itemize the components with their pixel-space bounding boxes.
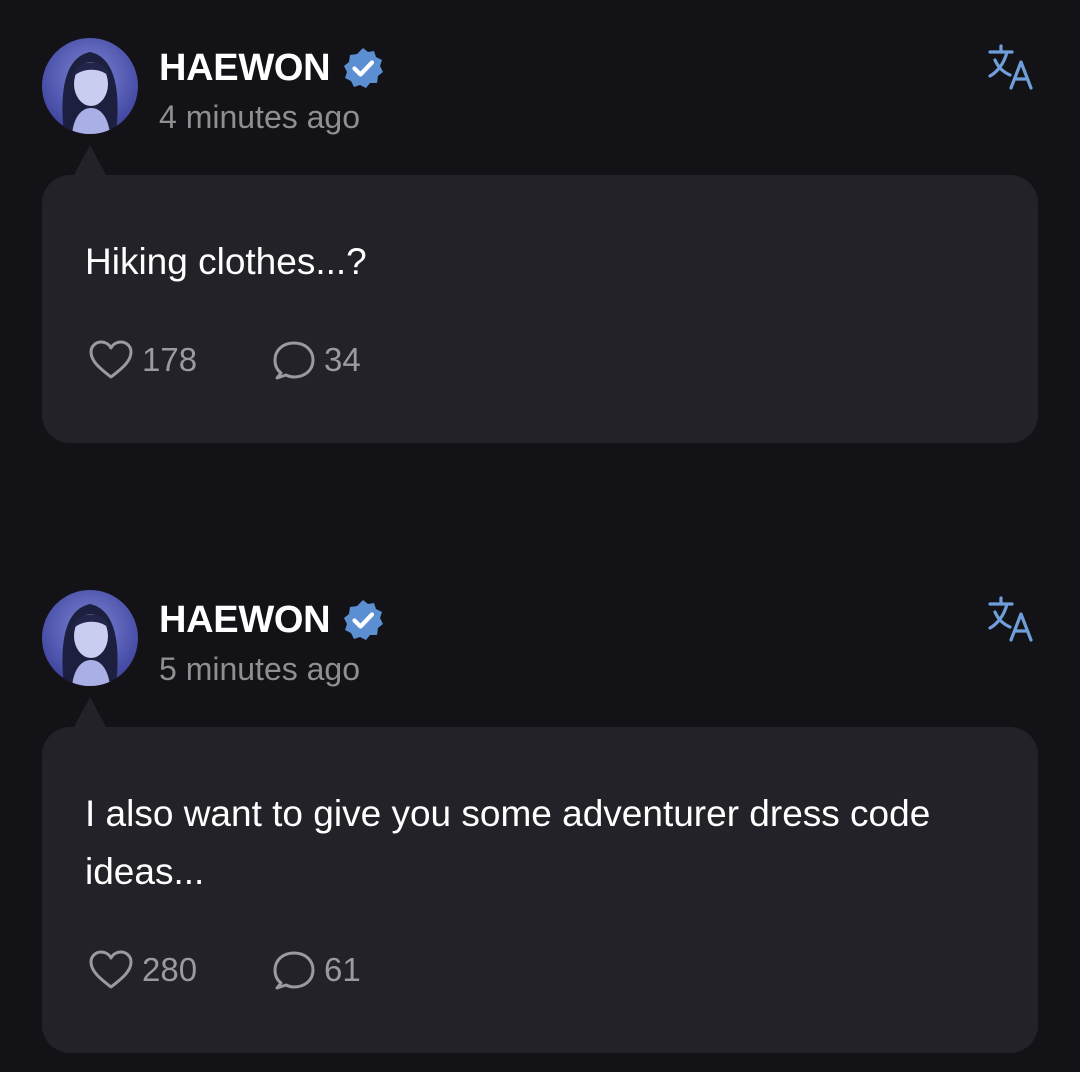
message-bubble[interactable]: I also want to give you some adventurer … [42, 727, 1038, 1053]
avatar[interactable] [42, 590, 138, 686]
author-name[interactable]: HAEWON [159, 598, 331, 642]
post-stats: 280 61 [88, 948, 361, 992]
verified-badge-icon [341, 598, 385, 642]
translate-icon[interactable] [986, 42, 1036, 92]
post-text: Hiking clothes...? [85, 241, 367, 282]
comment-count: 61 [324, 951, 361, 988]
comment-count: 34 [324, 341, 361, 378]
timestamp: 5 minutes ago [159, 651, 361, 687]
comment-button[interactable]: 34 [272, 338, 361, 382]
comment-bubble-icon [273, 341, 315, 380]
avatar[interactable] [42, 38, 138, 134]
verified-badge-icon [341, 46, 385, 90]
message-bubble[interactable]: Hiking clothes...? 178 34 [42, 175, 1038, 443]
like-button[interactable]: 280 [88, 948, 272, 992]
like-button[interactable]: 178 [88, 338, 272, 382]
post-stats: 178 34 [88, 338, 361, 382]
post-feed: HAEWON 4 minutes ago Hiking clothes...? [0, 0, 1080, 1072]
post-text: I also want to give you some adventurer … [85, 793, 931, 892]
comment-bubble-icon [273, 951, 315, 990]
heart-icon [89, 340, 133, 379]
timestamp: 4 minutes ago [159, 99, 361, 135]
bubble-pointer [74, 697, 106, 727]
translate-icon[interactable] [986, 594, 1036, 644]
author-name[interactable]: HAEWON [159, 46, 331, 90]
like-count: 280 [142, 951, 198, 988]
bubble-pointer [74, 145, 106, 175]
heart-icon [89, 950, 133, 989]
comment-button[interactable]: 61 [272, 948, 361, 992]
like-count: 178 [142, 341, 198, 378]
